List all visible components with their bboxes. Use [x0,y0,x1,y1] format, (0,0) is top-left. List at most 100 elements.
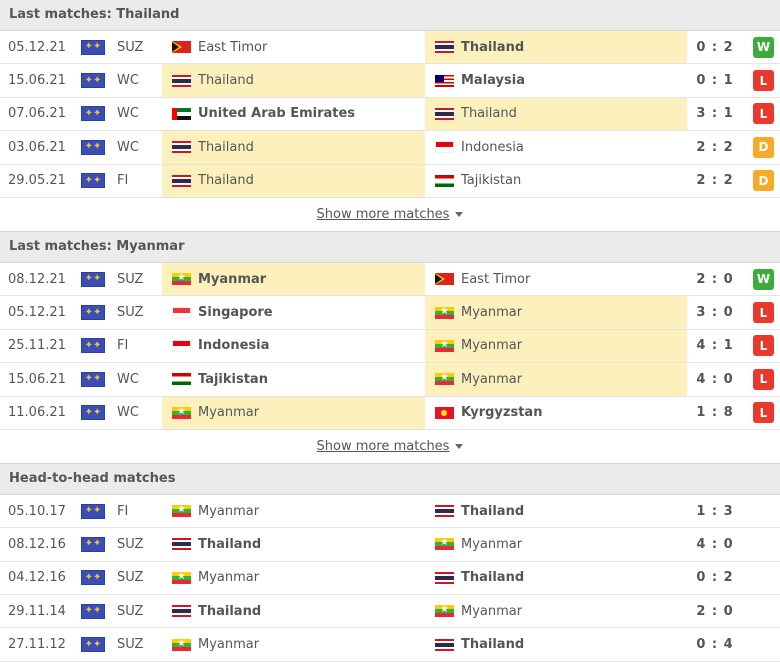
show-more-matches-link[interactable]: Show more matches [317,207,450,222]
home-team[interactable]: Tajikistan [162,363,425,395]
match-score[interactable]: 1 : 8 [690,397,740,429]
home-team[interactable]: Myanmar [162,628,425,660]
home-team[interactable]: Thailand [162,164,425,197]
away-team[interactable]: Thailand [425,562,687,594]
home-team[interactable]: United Arab Emirates [162,98,425,130]
home-team-name[interactable]: East Timor [198,40,267,55]
match-score[interactable]: 3 : 0 [690,296,740,328]
away-team-name[interactable]: Myanmar [461,604,522,619]
away-team-name[interactable]: East Timor [461,272,530,287]
away-team-name[interactable]: Myanmar [461,372,522,387]
away-team[interactable]: Myanmar [425,296,687,329]
home-team-name[interactable]: Myanmar [198,570,259,585]
home-team-name[interactable]: United Arab Emirates [198,106,355,121]
home-team[interactable]: Myanmar [162,562,425,594]
away-team[interactable]: Indonesia [425,131,687,163]
away-team[interactable]: Myanmar [425,363,687,396]
caret-down-icon[interactable] [455,443,464,449]
away-team-name[interactable]: Thailand [461,40,524,55]
match-row[interactable]: 04.12.16 ✦✦ SUZ Myanmar Thailand 0 : 2 [0,562,780,596]
away-team-name[interactable]: Myanmar [461,537,522,552]
caret-down-icon[interactable] [455,211,464,217]
away-team[interactable]: Thailand [425,31,687,64]
match-score[interactable]: 4 : 1 [690,330,740,362]
match-row[interactable]: 07.06.21 ✦✦ WC United Arab Emirates Thailand… [0,97,780,132]
home-team-name[interactable]: Myanmar [198,504,259,519]
result-cell: W [753,31,774,63]
match-score[interactable]: 4 : 0 [690,528,740,560]
competition-icon-cell: ✦✦ [81,64,105,96]
home-team-name[interactable]: Thailand [198,604,261,619]
match-score[interactable]: 2 : 2 [690,165,740,197]
away-team-name[interactable]: Thailand [461,570,524,585]
match-score[interactable]: 0 : 1 [690,64,740,96]
home-team[interactable]: Myanmar [162,396,425,429]
away-team-name[interactable]: Kyrgyzstan [461,405,542,420]
home-team-name[interactable]: Myanmar [198,637,259,652]
match-row[interactable]: 11.06.21 ✦✦ WC Myanmar Kyrgyzstan 1 : 8 L [0,396,780,430]
match-score[interactable]: 2 : 0 [690,263,740,295]
home-team-name[interactable]: Tajikistan [198,372,268,387]
result-cell: L [753,296,774,328]
away-team-name[interactable]: Myanmar [461,338,522,353]
away-team-name[interactable]: Thailand [461,106,517,121]
match-score[interactable]: 3 : 1 [690,98,740,130]
away-team[interactable]: Thailand [425,97,687,131]
home-team[interactable]: Thailand [162,131,425,164]
home-team-name[interactable]: Thailand [198,73,254,88]
match-score[interactable]: 4 : 0 [690,363,740,395]
away-team[interactable]: Thailand [425,495,687,527]
home-team-name[interactable]: Thailand [198,140,254,155]
match-row[interactable]: 29.11.14 ✦✦ SUZ Thailand Myanmar 2 : 0 [0,595,780,629]
away-team-name[interactable]: Thailand [461,637,524,652]
home-team-name[interactable]: Myanmar [198,272,266,287]
away-team-name[interactable]: Malaysia [461,73,525,88]
match-row[interactable]: 25.11.21 ✦✦ FI Indonesia Myanmar 4 : 1 L [0,329,780,364]
away-team[interactable]: Malaysia [425,64,687,96]
away-team[interactable]: Thailand [425,628,687,660]
match-row[interactable]: 08.12.21 ✦✦ SUZ Myanmar East Timor 2 : 0 W [0,262,780,297]
myanmar-flag-icon [435,305,454,319]
home-team-name[interactable]: Singapore [198,305,273,320]
home-team[interactable]: Thailand [162,528,425,560]
away-team-name[interactable]: Tajikistan [461,173,521,188]
home-team[interactable]: East Timor [162,31,425,63]
home-team-name[interactable]: Thailand [198,537,261,552]
match-date: 29.11.14 [8,603,66,619]
home-team[interactable]: Myanmar [162,262,425,296]
match-score[interactable]: 0 : 2 [690,31,740,63]
match-row[interactable]: 05.12.21 ✦✦ SUZ East Timor Thailand 0 : 2 W [0,31,780,65]
match-score[interactable]: 1 : 3 [690,495,740,527]
show-more-matches-link[interactable]: Show more matches [317,439,450,454]
match-row[interactable]: 15.06.21 ✦✦ WC Thailand Malaysia 0 : 1 L [0,64,780,98]
home-team[interactable]: Singapore [162,296,425,328]
home-team-name[interactable]: Thailand [198,173,254,188]
match-row[interactable]: 05.12.21 ✦✦ SUZ Singapore Myanmar 3 : 0 L [0,296,780,330]
away-team[interactable]: Myanmar [425,595,687,627]
match-row[interactable]: 08.12.16 ✦✦ SUZ Thailand Myanmar 4 : 0 [0,528,780,562]
home-team[interactable]: Indonesia [162,330,425,362]
home-team[interactable]: Thailand [162,64,425,97]
match-row[interactable]: 15.06.21 ✦✦ WC Tajikistan Myanmar 4 : 0 L [0,363,780,397]
match-row[interactable]: 27.11.12 ✦✦ SUZ Myanmar Thailand 0 : 4 [0,628,780,662]
away-team[interactable]: Tajikistan [425,165,687,197]
match-date: 04.12.16 [8,570,66,586]
home-team-name[interactable]: Indonesia [198,338,269,353]
match-row[interactable]: 29.05.21 ✦✦ FI Thailand Tajikistan 2 : 2 D [0,164,780,198]
match-row[interactable]: 05.10.17 ✦✦ FI Myanmar Thailand 1 : 3 [0,495,780,529]
home-team[interactable]: Myanmar [162,495,425,527]
match-score[interactable]: 0 : 2 [690,562,740,594]
away-team-name[interactable]: Indonesia [461,140,524,155]
away-team[interactable]: East Timor [425,263,687,295]
away-team-name[interactable]: Thailand [461,504,524,519]
match-score[interactable]: 2 : 0 [690,595,740,627]
away-team[interactable]: Myanmar [425,528,687,560]
away-team[interactable]: Myanmar [425,329,687,363]
home-team-name[interactable]: Myanmar [198,405,259,420]
match-score[interactable]: 0 : 4 [690,628,740,660]
match-score[interactable]: 2 : 2 [690,131,740,163]
away-team[interactable]: Kyrgyzstan [425,397,687,429]
home-team[interactable]: Thailand [162,595,425,627]
away-team-name[interactable]: Myanmar [461,305,522,320]
match-row[interactable]: 03.06.21 ✦✦ WC Thailand Indonesia 2 : 2 D [0,131,780,165]
